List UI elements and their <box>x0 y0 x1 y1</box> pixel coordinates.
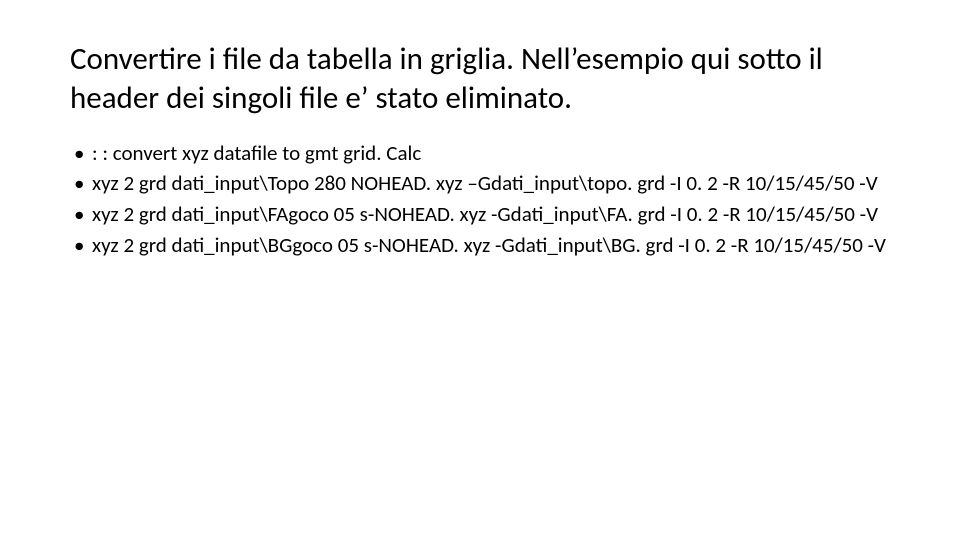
slide-title: Convertire i file da tabella in griglia.… <box>70 40 900 118</box>
list-item: xyz 2 grd dati_input\Topo 280 NOHEAD. xy… <box>70 170 900 197</box>
bullet-list: : : convert xyz datafile to gmt grid. Ca… <box>70 140 900 260</box>
list-item: xyz 2 grd dati_input\FAgoco 05 s-NOHEAD.… <box>70 201 900 228</box>
slide: Convertire i file da tabella in griglia.… <box>0 0 960 540</box>
list-item: xyz 2 grd dati_input\BGgoco 05 s-NOHEAD.… <box>70 232 900 259</box>
list-item: : : convert xyz datafile to gmt grid. Ca… <box>70 140 900 167</box>
